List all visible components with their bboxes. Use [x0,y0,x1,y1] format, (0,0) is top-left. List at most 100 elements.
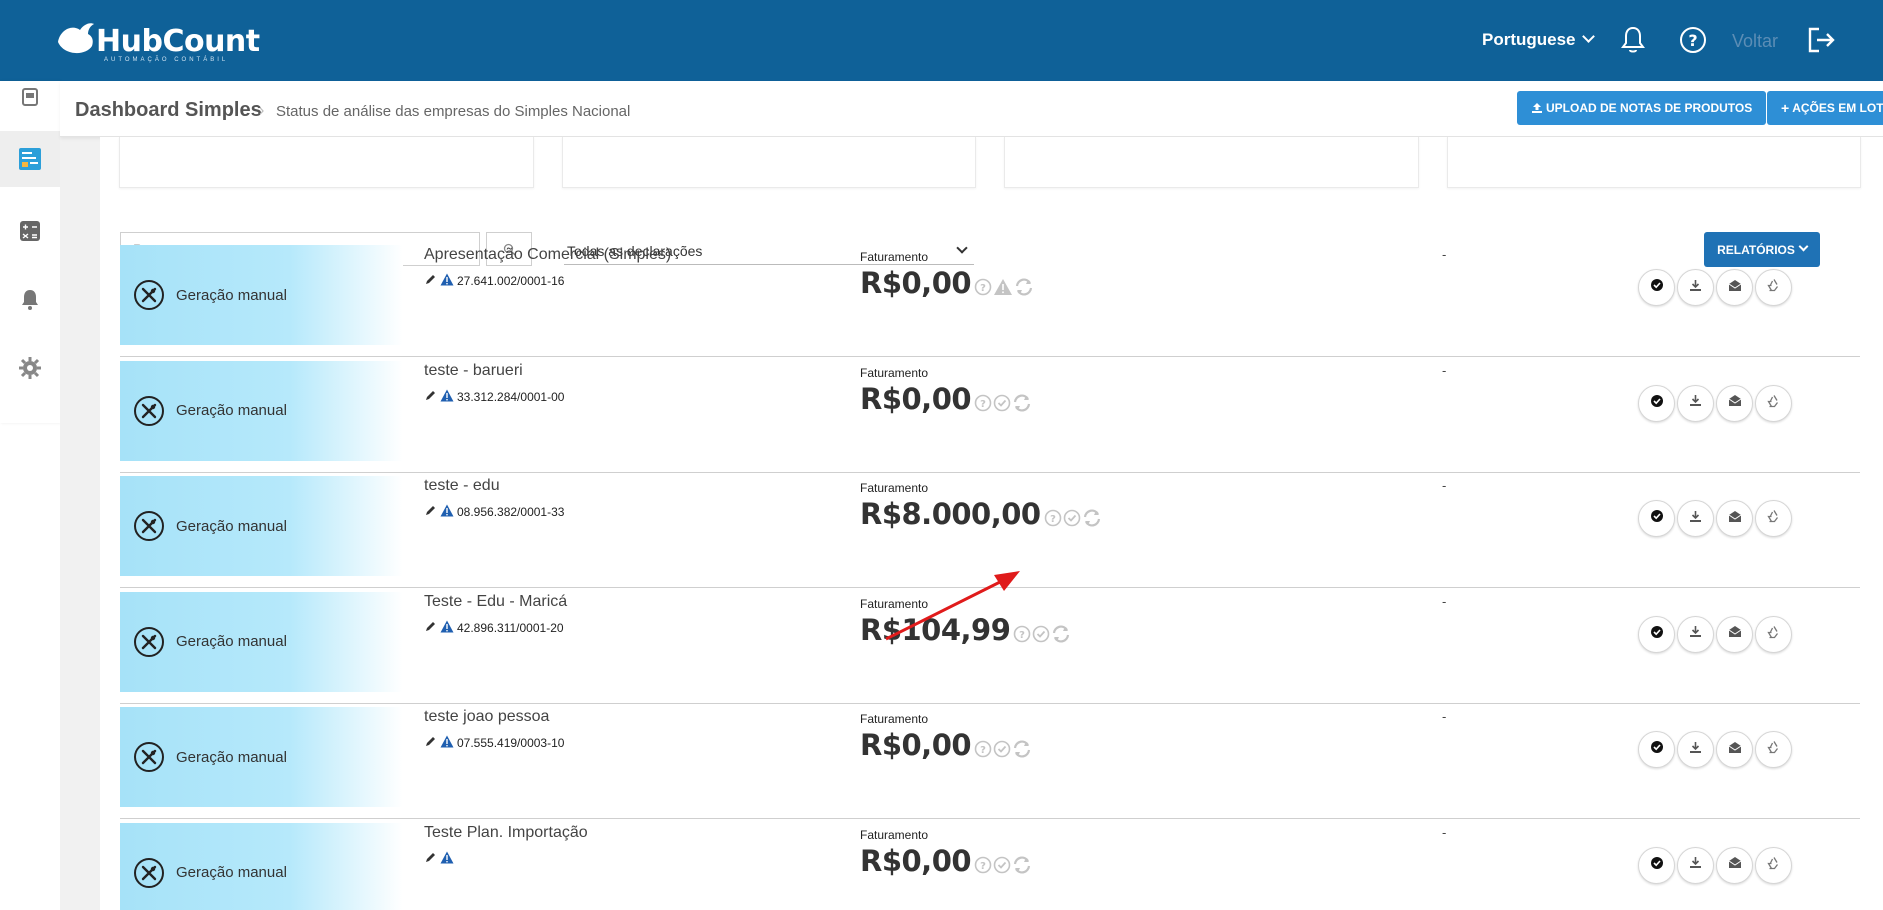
edit-pencil-icon[interactable] [424,851,440,867]
recycle-button[interactable] [1755,500,1792,537]
status-check-icon[interactable] [993,856,1011,874]
generation-mode-label: Geração manual [176,402,287,419]
status-icons: ? [974,740,1033,758]
email-button[interactable] [1716,269,1753,306]
faturamento-label: Faturamento [860,250,929,264]
faturamento-value: R$0,00 [860,381,972,416]
alert-triangle-icon[interactable] [440,389,457,405]
status-question-icon[interactable]: ? [1013,625,1031,643]
alert-triangle-icon[interactable] [440,273,457,289]
status-check-icon[interactable] [1032,625,1050,643]
edit-pencil-icon[interactable] [424,620,440,636]
recycle-button[interactable] [1755,615,1792,653]
company-name[interactable]: teste joao pessoa [424,708,549,726]
download-button[interactable] [1677,384,1714,422]
refresh-icon[interactable] [1012,855,1032,874]
approve-button[interactable] [1638,384,1675,422]
language-dropdown[interactable]: Portuguese [1482,30,1595,50]
company-row: Geração manual teste - edu 08.956.382/00… [120,473,1860,588]
logout-icon[interactable] [1805,24,1837,56]
edit-pencil-icon[interactable] [424,273,440,289]
envelope-icon [1728,279,1742,297]
voltar-link[interactable]: Voltar [1732,31,1778,52]
refresh-icon[interactable] [1014,278,1034,296]
approve-button[interactable] [1638,269,1675,306]
alert-triangle-icon[interactable] [440,735,457,751]
download-button[interactable] [1677,846,1714,884]
generation-mode-label: Geração manual [176,286,287,304]
faturamento-label: Faturamento [860,712,929,726]
cnpj-value: 27.641.002/0001-16 [457,274,565,288]
generation-mode-badge[interactable]: Geração manual [120,707,403,807]
help-icon[interactable]: ? [1677,24,1709,56]
alert-triangle-icon[interactable] [440,620,457,636]
approve-button[interactable] [1638,846,1675,884]
download-button[interactable] [1677,269,1714,306]
email-button[interactable] [1716,846,1753,884]
upload-notas-label: UPLOAD DE NOTAS DE PRODUTOS [1546,101,1753,115]
hubcount-logo[interactable]: HubCount AUTOMAÇÃO CONTÁBIL [54,14,260,66]
envelope-icon [1728,856,1742,874]
faturamento-label: Faturamento [860,827,929,842]
svg-text:?: ? [1688,31,1697,50]
status-question-icon[interactable]: ? [974,740,992,758]
company-name[interactable]: Teste - Edu - Maricá [424,593,567,611]
approve-button[interactable] [1638,615,1675,653]
alert-triangle-icon[interactable] [440,851,457,867]
sidebar-item-calculator[interactable] [0,203,60,259]
status-check-icon[interactable] [1063,509,1081,527]
faturamento-value: R$104,99 [860,612,1011,647]
status-warning-icon[interactable] [993,278,1013,296]
faturamento-value: R$0,00 [860,728,972,762]
cnpj-line: 33.312.284/0001-00 [424,389,564,405]
svg-text:?: ? [980,399,986,410]
bell-icon[interactable] [1617,24,1649,56]
email-button[interactable] [1716,615,1753,653]
check-circle-icon [1650,394,1664,413]
company-name[interactable]: teste - edu [424,477,500,495]
approve-button[interactable] [1638,731,1675,768]
recycle-button[interactable] [1755,384,1792,422]
recycle-button[interactable] [1755,269,1792,306]
email-button[interactable] [1716,731,1753,768]
company-name[interactable]: Apresentação Comercial (Simples) [424,246,671,264]
generation-mode-label: Geração manual [176,748,287,766]
recycle-button[interactable] [1755,731,1792,768]
generation-mode-badge[interactable]: Geração manual [120,245,403,345]
alert-triangle-icon[interactable] [440,504,457,520]
edit-pencil-icon[interactable] [424,389,440,405]
refresh-icon[interactable] [1012,393,1032,412]
download-button[interactable] [1677,615,1714,653]
generation-mode-badge[interactable]: Geração manual [120,476,403,576]
svg-text:?: ? [980,745,986,756]
recycle-button[interactable] [1755,846,1792,884]
refresh-icon[interactable] [1082,509,1102,527]
status-question-icon[interactable]: ? [1044,509,1062,527]
status-question-icon[interactable]: ? [974,856,992,874]
generation-mode-badge[interactable]: Geração manual [120,822,403,910]
acoes-em-lote-button[interactable]: + AÇÕES EM LOTE [1767,91,1883,125]
upload-notas-button[interactable]: UPLOAD DE NOTAS DE PRODUTOS [1517,91,1767,125]
email-button[interactable] [1716,384,1753,422]
sidebar-item-notifications[interactable] [0,271,60,327]
sidebar-item-dashboard[interactable] [0,131,60,187]
generation-mode-badge[interactable]: Geração manual [120,591,403,692]
status-check-icon[interactable] [993,394,1011,412]
download-button[interactable] [1677,731,1714,768]
generation-mode-badge[interactable]: Geração manual [120,360,403,461]
email-button[interactable] [1716,500,1753,537]
status-check-icon[interactable] [993,740,1011,758]
company-row: Geração manual Teste - Edu - Maricá 42.8… [120,589,1860,704]
download-button[interactable] [1677,500,1714,537]
refresh-icon[interactable] [1051,624,1071,643]
edit-pencil-icon[interactable] [424,504,440,520]
sidebar-item-settings[interactable] [0,340,60,396]
status-question-icon[interactable]: ? [974,278,992,296]
sidebar-item-documents[interactable] [0,69,60,125]
refresh-icon[interactable] [1012,740,1032,758]
status-question-icon[interactable]: ? [974,394,992,412]
approve-button[interactable] [1638,500,1675,537]
company-name[interactable]: Teste Plan. Importação [424,824,588,842]
company-name[interactable]: teste - barueri [424,362,523,380]
edit-pencil-icon[interactable] [424,735,440,751]
